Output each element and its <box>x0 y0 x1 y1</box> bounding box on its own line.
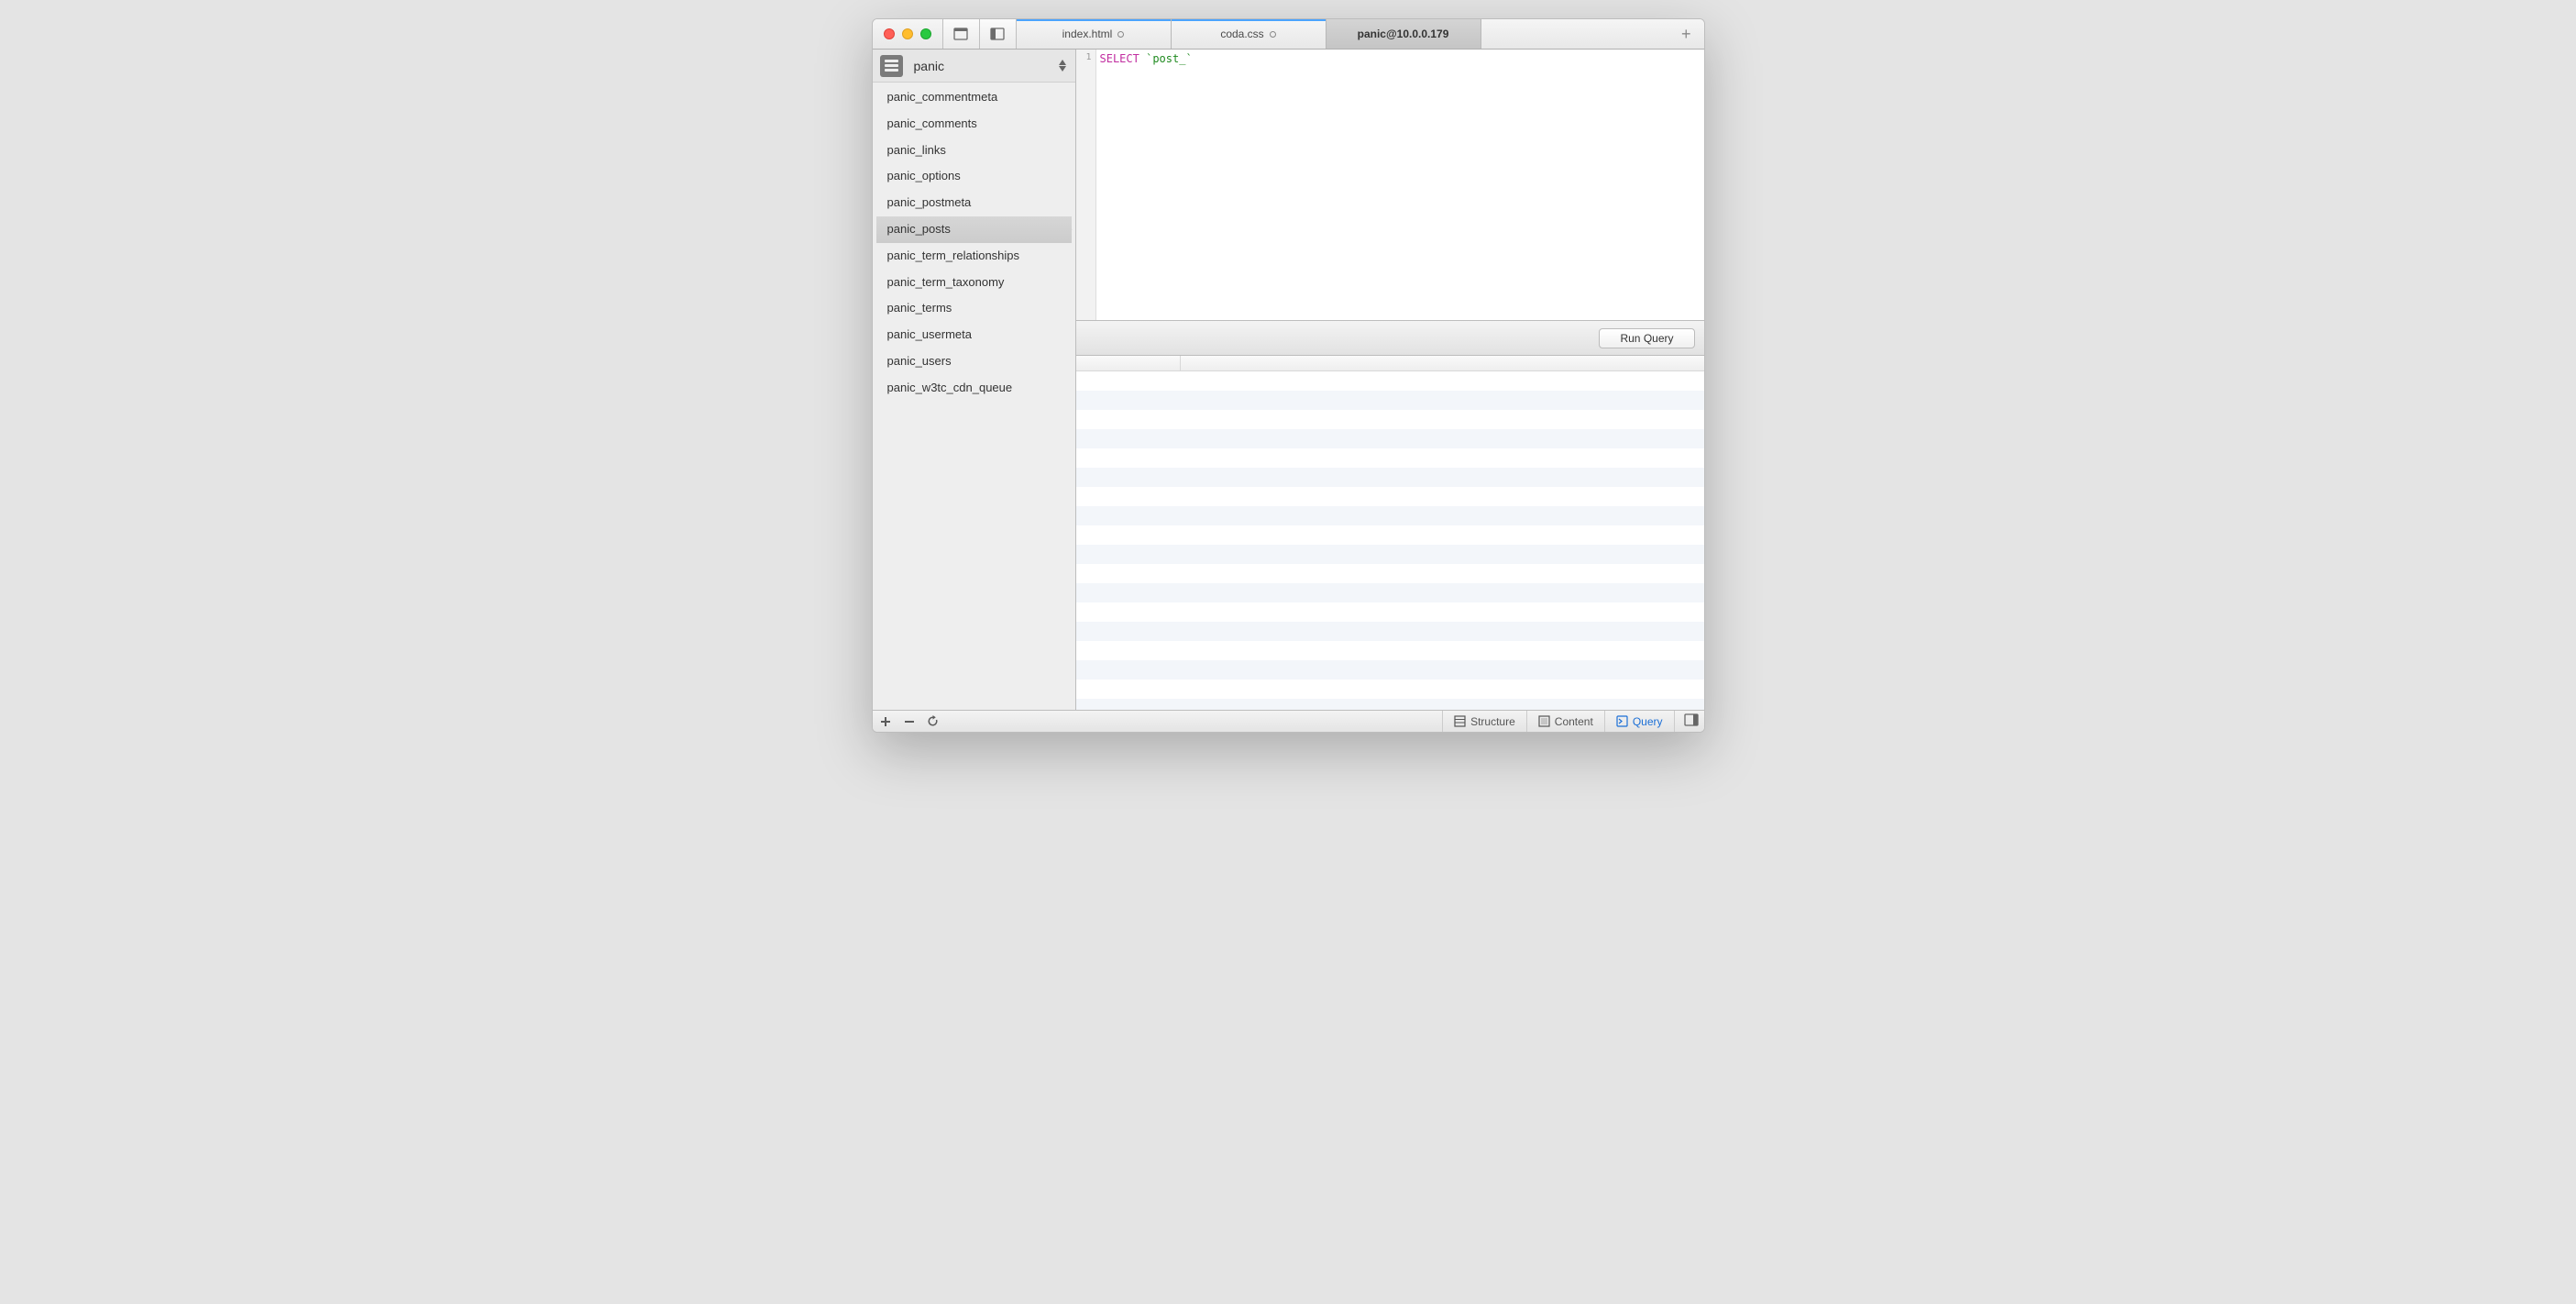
result-row[interactable] <box>1076 506 1704 525</box>
result-row[interactable] <box>1076 487 1704 506</box>
panel-icon <box>990 28 1005 40</box>
table-list: panic_commentmetapanic_commentspanic_lin… <box>873 83 1075 710</box>
add-button[interactable] <box>878 714 893 729</box>
tab-panic-db[interactable]: panic@10.0.0.179 <box>1327 19 1481 49</box>
results-rows <box>1076 371 1704 710</box>
window-controls <box>873 19 942 49</box>
content-tab-button[interactable]: Content <box>1526 711 1604 732</box>
updown-chevron-icon <box>1057 60 1068 72</box>
result-row[interactable] <box>1076 525 1704 545</box>
results-header <box>1076 356 1704 371</box>
result-row[interactable] <box>1076 391 1704 410</box>
bottom-toolbar: Structure Content Query <box>873 710 1704 732</box>
table-item[interactable]: panic_comments <box>876 111 1072 138</box>
dirty-indicator-icon <box>1270 31 1276 38</box>
table-item[interactable]: panic_options <box>876 163 1072 190</box>
plus-icon <box>880 716 891 727</box>
bottom-center-group: Structure Content Query <box>941 711 1674 732</box>
minus-icon <box>904 716 915 727</box>
query-icon <box>1616 715 1628 727</box>
new-tab-button[interactable]: + <box>1681 25 1691 44</box>
structure-tab-button[interactable]: Structure <box>1442 711 1526 732</box>
result-row[interactable] <box>1076 371 1704 391</box>
remove-button[interactable] <box>902 714 917 729</box>
tab-accent <box>1017 19 1171 21</box>
refresh-icon <box>927 715 939 727</box>
result-row[interactable] <box>1076 448 1704 468</box>
results-header-col[interactable] <box>1076 356 1181 370</box>
result-row[interactable] <box>1076 545 1704 564</box>
zoom-window-button[interactable] <box>920 28 931 39</box>
result-row[interactable] <box>1076 660 1704 680</box>
app-window: index.html coda.css panic@10.0.0.179 + p… <box>872 18 1705 733</box>
table-item[interactable]: panic_postmeta <box>876 190 1072 216</box>
sql-keyword: SELECT <box>1100 52 1139 65</box>
toolbar-group <box>942 19 1017 49</box>
run-query-button[interactable]: Run Query <box>1599 328 1694 348</box>
result-row[interactable] <box>1076 602 1704 622</box>
tab-label: index.html <box>1062 28 1113 40</box>
line-number: 1 <box>1076 52 1092 62</box>
window-body: panic panic_commentmetapanic_commentspan… <box>873 50 1704 710</box>
page-view-button[interactable] <box>943 19 980 49</box>
result-row[interactable] <box>1076 641 1704 660</box>
query-editor[interactable]: SELECT `post_` <box>1096 50 1704 320</box>
tab-label: panic@10.0.0.179 <box>1358 28 1449 40</box>
table-item[interactable]: panic_term_taxonomy <box>876 270 1072 296</box>
structure-icon <box>1454 715 1466 727</box>
database-selector[interactable]: panic <box>873 50 1075 83</box>
results-header-col[interactable] <box>1181 356 1704 370</box>
result-row[interactable] <box>1076 564 1704 583</box>
table-item[interactable]: panic_users <box>876 348 1072 375</box>
results-grid[interactable] <box>1076 356 1704 710</box>
result-row[interactable] <box>1076 583 1704 602</box>
tab-bar: index.html coda.css panic@10.0.0.179 + <box>1017 19 1704 49</box>
panel-view-button[interactable] <box>980 19 1017 49</box>
run-query-bar: Run Query <box>1076 321 1704 356</box>
minimize-window-button[interactable] <box>902 28 913 39</box>
tab-accent <box>1172 19 1326 21</box>
refresh-button[interactable] <box>926 714 941 729</box>
bottom-left-group <box>878 714 941 729</box>
query-label: Query <box>1633 715 1663 728</box>
table-item[interactable]: panic_posts <box>876 216 1072 243</box>
line-gutter: 1 <box>1076 50 1096 320</box>
structure-label: Structure <box>1470 715 1515 728</box>
page-icon <box>953 28 968 40</box>
tab-coda-css[interactable]: coda.css <box>1172 19 1327 49</box>
result-row[interactable] <box>1076 429 1704 448</box>
sql-string: `post_` <box>1146 52 1193 65</box>
table-item[interactable]: panic_usermeta <box>876 322 1072 348</box>
titlebar: index.html coda.css panic@10.0.0.179 + <box>873 19 1704 50</box>
tab-label: coda.css <box>1220 28 1263 40</box>
table-item[interactable]: panic_links <box>876 138 1072 164</box>
result-row[interactable] <box>1076 680 1704 699</box>
content-label: Content <box>1555 715 1593 728</box>
query-editor-wrap: 1 SELECT `post_` <box>1076 50 1704 321</box>
close-window-button[interactable] <box>884 28 895 39</box>
table-item[interactable]: panic_terms <box>876 295 1072 322</box>
table-item[interactable]: panic_w3tc_cdn_queue <box>876 375 1072 402</box>
database-icon <box>880 55 903 77</box>
result-row[interactable] <box>1076 410 1704 429</box>
result-row[interactable] <box>1076 699 1704 710</box>
query-tab-button[interactable]: Query <box>1604 711 1674 732</box>
tab-index-html[interactable]: index.html <box>1017 19 1172 49</box>
database-name: panic <box>914 59 1046 73</box>
dirty-indicator-icon <box>1117 31 1124 38</box>
result-row[interactable] <box>1076 622 1704 641</box>
result-row[interactable] <box>1076 468 1704 487</box>
table-item[interactable]: panic_term_relationships <box>876 243 1072 270</box>
bottom-right-group <box>1674 711 1699 732</box>
main-panel: 1 SELECT `post_` Run Query <box>1076 50 1704 710</box>
new-tab-area: + <box>1481 19 1704 49</box>
toggle-right-panel-button[interactable] <box>1684 713 1699 729</box>
table-item[interactable]: panic_commentmeta <box>876 84 1072 111</box>
sidebar: panic panic_commentmetapanic_commentspan… <box>873 50 1076 710</box>
content-icon <box>1538 715 1550 727</box>
panel-right-icon <box>1684 713 1699 726</box>
